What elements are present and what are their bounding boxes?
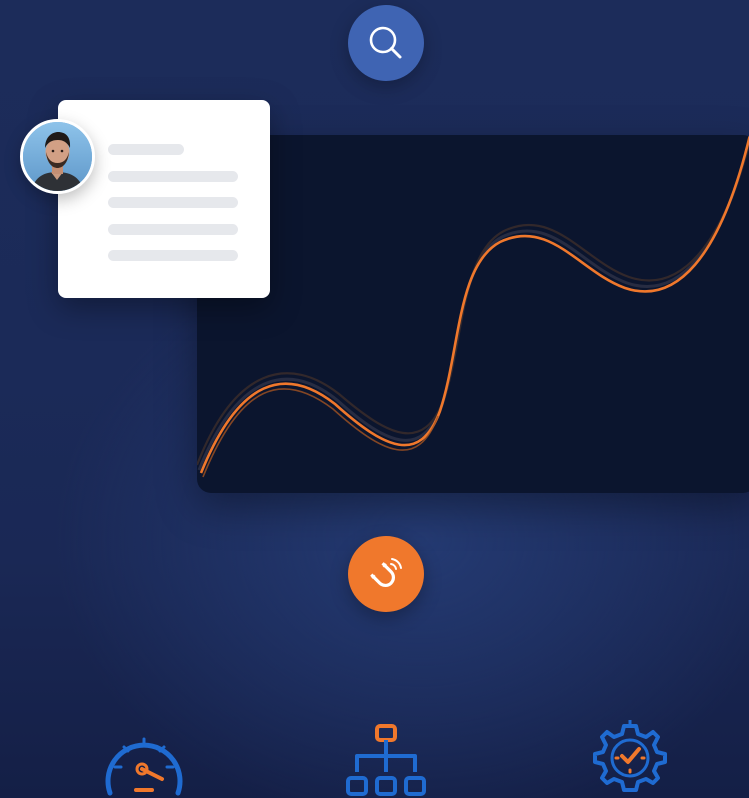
skeleton-line-title bbox=[108, 144, 184, 155]
search-button[interactable] bbox=[348, 5, 424, 81]
skeleton-line bbox=[108, 224, 238, 235]
magnet-icon bbox=[370, 558, 402, 587]
hierarchy-icon bbox=[346, 724, 426, 796]
speedometer-icon bbox=[105, 737, 183, 796]
chart-panel bbox=[197, 135, 749, 493]
skeleton-line bbox=[108, 197, 238, 208]
skeleton-line bbox=[108, 250, 238, 261]
gear-clock-icon bbox=[593, 720, 667, 792]
person-avatar-image bbox=[23, 122, 92, 191]
magnet-button[interactable] bbox=[348, 536, 424, 612]
search-icon bbox=[369, 26, 402, 59]
orange-trend-line bbox=[199, 135, 749, 474]
skeleton-line bbox=[108, 171, 238, 182]
wave-curve bbox=[197, 135, 749, 478]
profile-card bbox=[58, 100, 270, 298]
avatar[interactable] bbox=[20, 119, 95, 194]
